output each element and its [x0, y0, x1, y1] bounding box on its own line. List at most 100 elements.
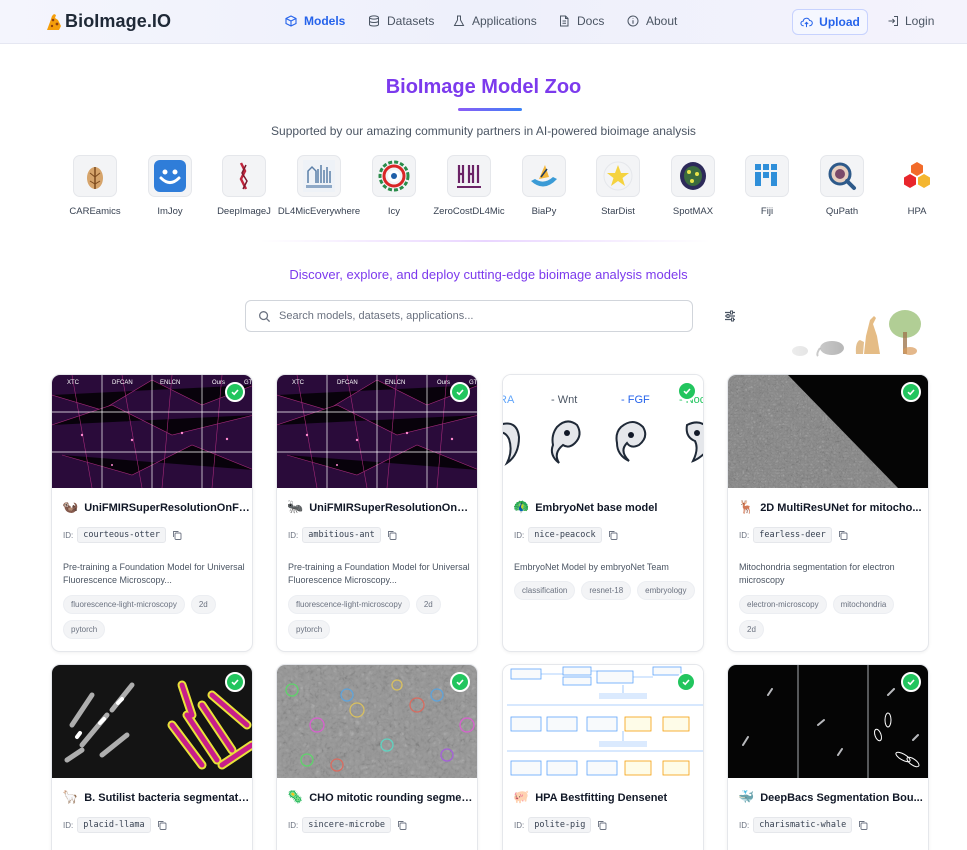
deepimagej-logo: [222, 155, 266, 197]
copy-icon[interactable]: [608, 530, 618, 540]
partner-hpa[interactable]: HPA: [872, 155, 962, 217]
model-emoji: 🐳: [738, 790, 755, 805]
tag[interactable]: 2d: [190, 595, 216, 614]
spotmax-logo: [671, 155, 715, 197]
verified-check-icon: [225, 382, 245, 402]
model-card[interactable]: 🦌 2D MultiResUNet for mitocho... ID: fear…: [727, 374, 929, 652]
upload-button[interactable]: Upload: [792, 9, 868, 35]
search-box[interactable]: [245, 300, 693, 332]
nav-datasets[interactable]: Datasets: [368, 14, 434, 28]
thumb-label: GT: [469, 380, 478, 386]
tag[interactable]: mitochondria: [832, 595, 895, 614]
model-emoji: 🦙: [62, 790, 79, 805]
qupath-logo: [820, 155, 864, 197]
copy-icon[interactable]: [838, 530, 848, 540]
fiji-logo: [745, 155, 789, 197]
tag[interactable]: embryology: [637, 581, 695, 600]
model-thumbnail: RA - Wnt - FGF - Noc: [503, 375, 703, 488]
tag[interactable]: 2d: [415, 595, 441, 614]
model-id-row: ID: ambitious-ant: [288, 527, 397, 543]
model-id: charismatic-whale: [753, 817, 853, 833]
search-icon: [259, 310, 271, 322]
copy-icon[interactable]: [397, 820, 407, 830]
document-icon: [560, 15, 569, 27]
model-description: Pre-training a Foundation Model for Univ…: [288, 562, 470, 585]
model-thumbnail: [728, 375, 928, 488]
login-label: Login: [905, 14, 935, 28]
model-card[interactable]: 🦠 CHO mitotic rounding segmen... ID: sinc…: [276, 664, 478, 850]
model-id-row: ID: nice-peacock: [514, 527, 618, 543]
filter-button[interactable]: [716, 302, 744, 330]
model-emoji: 🐜: [287, 500, 304, 515]
model-thumbnail: [277, 665, 477, 778]
verified-check-icon: [901, 672, 921, 692]
verified-check-icon: [450, 382, 470, 402]
thumb-label: Ours: [437, 380, 450, 386]
tag[interactable]: pytorch: [63, 620, 106, 639]
verified-check-icon: [676, 672, 696, 692]
model-card[interactable]: 🦙 B. Sutilist bacteria segmentati... ID: …: [51, 664, 253, 850]
model-card[interactable]: 🐖 HPA Bestfitting Densenet ID: polite-pig: [502, 664, 704, 850]
dl4miceverywhere-logo: [297, 155, 341, 197]
top-nav: BioImage.IO Models Datasets Applications…: [0, 0, 967, 44]
copy-icon[interactable]: [172, 530, 182, 540]
thumb-label: RA: [503, 394, 515, 406]
model-id: ambitious-ant: [302, 527, 381, 543]
id-label: ID:: [288, 530, 299, 540]
nav-docs-label: Docs: [577, 14, 605, 28]
id-label: ID:: [288, 820, 299, 830]
tag[interactable]: electron-microscopy: [739, 595, 827, 614]
model-title: 🦚 EmbryoNet base model: [513, 500, 658, 515]
logo[interactable]: BioImage.IO: [44, 11, 171, 32]
nav-about[interactable]: About: [627, 14, 677, 28]
login-button[interactable]: Login: [887, 14, 934, 28]
stardist-logo: [596, 155, 640, 197]
model-card[interactable]: XTC DFCAN ENLCN Ours GT 🐜 UniFMIRSuperRes…: [276, 374, 478, 652]
model-id: polite-pig: [528, 817, 592, 833]
search-input[interactable]: [279, 310, 659, 322]
model-description: EmbryoNet Model by embryoNet Team: [514, 562, 669, 572]
nav-about-label: About: [646, 14, 678, 28]
model-thumbnail: [52, 665, 252, 778]
tag-list: fluorescence-light-microscopy 2d pytorch: [288, 595, 474, 639]
careamics-logo: [73, 155, 117, 197]
tag[interactable]: resnet-18: [581, 581, 632, 600]
model-id-row: ID: sincere-microbe: [288, 817, 407, 833]
id-label: ID:: [739, 820, 750, 830]
zoo-animals-illustration: [760, 306, 921, 358]
thumb-label: - FGF: [621, 394, 650, 406]
tag[interactable]: 2d: [739, 620, 764, 639]
login-icon: [888, 16, 898, 26]
title-underline: [458, 108, 522, 111]
model-emoji: 🦌: [738, 500, 755, 515]
nav-models-label: Models: [304, 14, 346, 28]
copy-icon[interactable]: [597, 820, 607, 830]
copy-icon[interactable]: [858, 820, 868, 830]
copy-icon[interactable]: [157, 820, 167, 830]
copy-icon[interactable]: [387, 530, 397, 540]
nav-docs[interactable]: Docs: [558, 14, 604, 28]
model-title: 🐖 HPA Bestfitting Densenet: [513, 790, 668, 805]
id-label: ID:: [739, 530, 750, 540]
hpa-logo: [895, 155, 939, 197]
model-card[interactable]: 🐳 DeepBacs Segmentation Bou... ID: charis…: [727, 664, 929, 850]
model-id: placid-llama: [77, 817, 151, 833]
model-emoji: 🐖: [513, 790, 530, 805]
icy-logo: [372, 155, 416, 197]
id-label: ID:: [63, 530, 74, 540]
model-card[interactable]: RA - Wnt - FGF - Noc 🦚EmbryoNet base mod…: [502, 374, 704, 652]
model-thumbnail: [503, 665, 703, 778]
cloud-upload-icon: [800, 17, 813, 27]
imjoy-logo: [148, 155, 192, 197]
tag[interactable]: fluorescence-light-microscopy: [288, 595, 410, 614]
nav-applications[interactable]: Applications: [453, 14, 537, 28]
database-icon: [369, 15, 379, 27]
zerocostdl4mic-logo: [447, 155, 491, 197]
tag[interactable]: classification: [514, 581, 576, 600]
model-card[interactable]: XTC DFCAN ENLCN Ours GT 🦦 UniFMIRSuperRes…: [51, 374, 253, 652]
model-emoji: 🦠: [287, 790, 304, 805]
tag[interactable]: fluorescence-light-microscopy: [63, 595, 185, 614]
model-id-row: ID: fearless-deer: [739, 527, 848, 543]
tag[interactable]: pytorch: [288, 620, 331, 639]
nav-models[interactable]: Models: [285, 14, 345, 28]
